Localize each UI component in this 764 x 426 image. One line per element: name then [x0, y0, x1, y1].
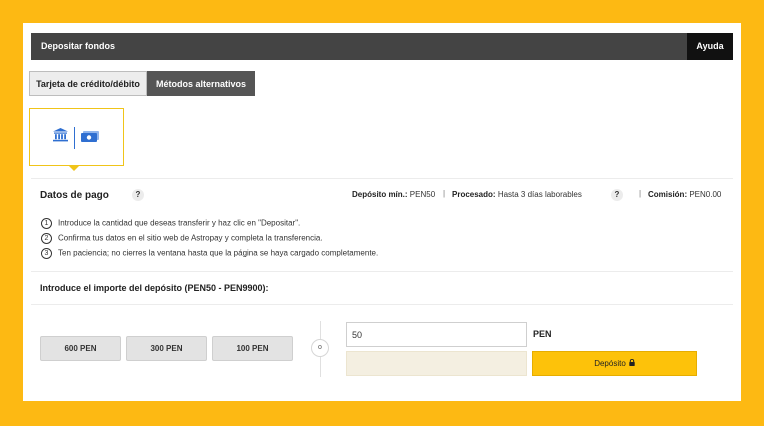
instruction-step: 1 Introduce la cantidad que deseas transf…: [41, 218, 300, 229]
commission: Comisión: PEN0.00: [648, 190, 722, 199]
bank-icon: [53, 128, 68, 142]
selected-pointer: [68, 165, 80, 171]
amount-title: Introduce el importe del depósito (PEN50…: [40, 283, 269, 293]
deposit-button[interactable]: Depósito: [532, 351, 697, 376]
divider: [31, 271, 733, 272]
divider: [31, 304, 733, 305]
instruction-step: 3 Ten paciencia; no cierres la ventana ha…: [41, 248, 378, 259]
processing-help-icon[interactable]: ?: [611, 189, 623, 201]
or-separator: o: [311, 339, 329, 357]
tab-credit-card[interactable]: Tarjeta de crédito/débito: [29, 71, 147, 96]
meta-separator: |: [443, 189, 446, 198]
page-title: Depositar fondos: [41, 41, 116, 51]
lock-icon: [629, 359, 635, 367]
currency-label: PEN: [533, 329, 552, 339]
tab-alternative-methods[interactable]: Métodos alternativos: [147, 71, 255, 96]
amount-input[interactable]: [346, 322, 527, 347]
payment-info-help-icon[interactable]: ?: [132, 189, 144, 201]
instruction-step: 2 Confirma tus datos en el sitio web de A…: [41, 233, 323, 244]
help-button[interactable]: Ayuda: [687, 33, 733, 60]
secondary-field: [346, 351, 527, 376]
preset-100-button[interactable]: 100 PEN: [212, 336, 293, 361]
method-separator: [74, 127, 75, 149]
panel-header: Depositar fondos Ayuda: [31, 33, 733, 60]
processing-time: Procesado: Hasta 3 días laborables: [452, 190, 582, 199]
preset-300-button[interactable]: 300 PEN: [126, 336, 207, 361]
payment-info-title: Datos de pago: [40, 190, 109, 201]
step-number: 3: [41, 248, 52, 259]
step-number: 1: [41, 218, 52, 229]
deposit-panel: Depositar fondos Ayuda Tarjeta de crédit…: [23, 23, 741, 401]
preset-600-button[interactable]: 600 PEN: [40, 336, 121, 361]
min-deposit: Depósito mín.: PEN50: [352, 190, 436, 199]
cash-icon: [81, 131, 99, 142]
meta-separator: |: [639, 189, 642, 198]
payment-method-option[interactable]: [29, 108, 124, 166]
step-number: 2: [41, 233, 52, 244]
divider: [31, 178, 733, 179]
